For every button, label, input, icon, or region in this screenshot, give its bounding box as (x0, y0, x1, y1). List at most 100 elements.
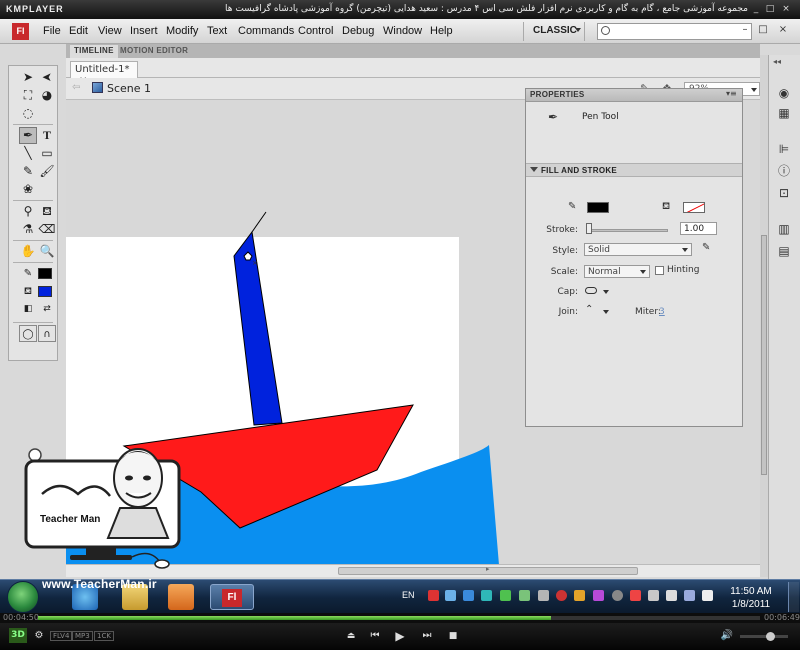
back-arrow-icon[interactable]: ⇦ (72, 82, 80, 93)
object-drawing-icon[interactable]: ◯ (19, 325, 37, 342)
tray-icon-2[interactable] (445, 590, 456, 601)
tray-icon-3[interactable] (463, 590, 474, 601)
menu-insert[interactable]: Insert (130, 25, 158, 37)
tray-icon-11[interactable] (612, 590, 623, 601)
stroke-slider-handle[interactable] (586, 223, 592, 234)
hinting-checkbox[interactable] (655, 266, 664, 275)
tray-icon-8[interactable] (556, 590, 567, 601)
volume-slider-handle[interactable] (766, 632, 775, 641)
menu-view[interactable]: View (98, 25, 122, 37)
menu-file[interactable]: File (43, 25, 61, 37)
network-icon[interactable] (684, 590, 695, 601)
collapse-arrow-icon[interactable] (530, 167, 538, 172)
kmplayer-maximize-button[interactable]: □ (764, 4, 776, 15)
kmplayer-title-bar[interactable]: KMPLAYER مجموعه آموزشی جامع ، گام به گام… (0, 0, 800, 19)
join-round-icon[interactable]: ⌃ (585, 304, 593, 315)
color-panel-icon[interactable]: ◉ (775, 85, 793, 102)
transform-panel-icon[interactable]: ⊡ (775, 185, 793, 202)
scale-dropdown[interactable]: Normal (584, 265, 650, 278)
properties-header[interactable]: PROPERTIES ▾≡ (526, 89, 742, 102)
kmplayer-minimize-button[interactable]: _ (750, 4, 762, 15)
tray-icon-5[interactable] (500, 590, 511, 601)
zoom-tool-icon[interactable]: 🔍 (38, 243, 56, 260)
kmplayer-close-button[interactable]: × (780, 4, 792, 15)
brush-tool-icon[interactable]: 🖌 (38, 163, 56, 180)
language-indicator[interactable]: EN (402, 590, 415, 600)
hand-tool-icon[interactable]: ✋ (19, 243, 37, 260)
vertical-scrollbar[interactable] (760, 55, 768, 577)
windows-start-button[interactable] (7, 581, 39, 613)
library-panel-icon[interactable]: ▥ (775, 221, 793, 238)
stroke-color-swatch[interactable] (38, 268, 52, 279)
tray-icon-1[interactable] (428, 590, 439, 601)
subselection-tool-icon[interactable]: ➤ (38, 69, 56, 86)
free-transform-tool-icon[interactable]: ⛶ (19, 87, 37, 104)
info-panel-icon[interactable]: ⓘ (775, 163, 793, 180)
chevron-down-icon[interactable] (603, 290, 609, 294)
menu-edit[interactable]: Edit (69, 25, 88, 37)
seek-track[interactable] (38, 616, 760, 620)
app-maximize-button[interactable]: □ (757, 24, 769, 38)
stroke-slider[interactable] (588, 229, 668, 232)
tray-icon-6[interactable] (519, 590, 530, 601)
selection-tool-icon[interactable]: ➤ (19, 69, 37, 86)
taskbar-clock[interactable]: 11:50 AM 1/8/2011 (722, 585, 780, 611)
pen-tool-icon[interactable]: ✒ (19, 127, 37, 144)
app-minimize-button[interactable]: – (739, 24, 751, 38)
menu-debug[interactable]: Debug (342, 25, 374, 37)
taskbar-flash-button[interactable]: Fl (210, 584, 254, 610)
menu-commands[interactable]: Commands (238, 25, 294, 37)
next-icon[interactable]: ⏭ (420, 629, 434, 643)
stroke-color-swatch[interactable] (587, 202, 609, 213)
menu-help[interactable]: Help (430, 25, 453, 37)
deco-tool-icon[interactable]: ❀ (19, 181, 37, 198)
tab-timeline[interactable]: TIMELINE (70, 45, 118, 58)
stop-icon[interactable]: ■ (446, 629, 460, 643)
chevron-down-icon[interactable] (603, 310, 609, 314)
settings-gear-icon[interactable]: ⚙ (32, 629, 46, 643)
player-seekbar[interactable]: 00:04:50 00:06:49 (0, 613, 800, 623)
play-icon[interactable]: ▶ (393, 629, 407, 643)
tray-icon-4[interactable] (481, 590, 492, 601)
stroke-width-input[interactable]: 1.00 (680, 222, 717, 235)
tray-icon-14[interactable] (666, 590, 677, 601)
search-input[interactable] (612, 25, 750, 38)
speaker-icon[interactable]: 🔊 (720, 629, 734, 643)
show-desktop-button[interactable] (788, 582, 799, 612)
lasso-tool-icon[interactable]: ◌ (19, 105, 37, 122)
fill-color-swatch-none[interactable] (683, 202, 705, 213)
menu-modify[interactable]: Modify (166, 25, 198, 37)
fill-color-swatch[interactable] (38, 286, 52, 297)
pencil-tool-icon[interactable]: ✎ (19, 163, 37, 180)
document-tab[interactable]: Untitled-1* × (70, 61, 138, 86)
dock-expand-icon[interactable]: ◂◂ (773, 57, 781, 66)
tray-icon-12[interactable] (630, 590, 641, 601)
black-white-icon[interactable]: ◧ (19, 301, 37, 318)
menu-text[interactable]: Text (207, 25, 227, 37)
3d-rotation-tool-icon[interactable]: ◕ (38, 87, 56, 104)
eyedropper-tool-icon[interactable]: ⚗ (19, 221, 37, 238)
previous-icon[interactable]: ⏮ (368, 629, 382, 643)
text-tool-icon[interactable]: T (38, 127, 56, 144)
vertical-scroll-thumb[interactable] (761, 235, 767, 475)
scroll-right-icon[interactable]: ▸ (486, 565, 490, 573)
miter-value[interactable]: 3 (659, 307, 665, 317)
menu-control[interactable]: Control (298, 25, 333, 37)
tray-icon-7[interactable] (538, 590, 549, 601)
bone-tool-icon[interactable]: ⚲ (19, 203, 37, 220)
stroke-style-dropdown[interactable]: Solid (584, 243, 692, 256)
edit-stroke-style-icon[interactable]: ✎ (702, 242, 710, 253)
swap-colors-icon[interactable]: ⇄ (38, 301, 56, 318)
panel-menu-icon[interactable]: ▾≡ (726, 89, 737, 98)
help-search-box[interactable] (597, 23, 752, 40)
menu-window[interactable]: Window (383, 25, 422, 37)
cap-round-icon[interactable] (585, 287, 597, 294)
tray-icon-9[interactable] (574, 590, 585, 601)
media-player-icon[interactable] (168, 584, 194, 610)
3d-mode-badge[interactable]: 3D (9, 628, 27, 643)
snap-to-objects-icon[interactable]: ∩ (38, 325, 56, 342)
align-panel-icon[interactable]: ⊫ (775, 141, 793, 158)
eject-icon[interactable]: ⏏ (344, 629, 358, 643)
tray-icon-10[interactable] (593, 590, 604, 601)
components-panel-icon[interactable]: ▤ (775, 243, 793, 260)
